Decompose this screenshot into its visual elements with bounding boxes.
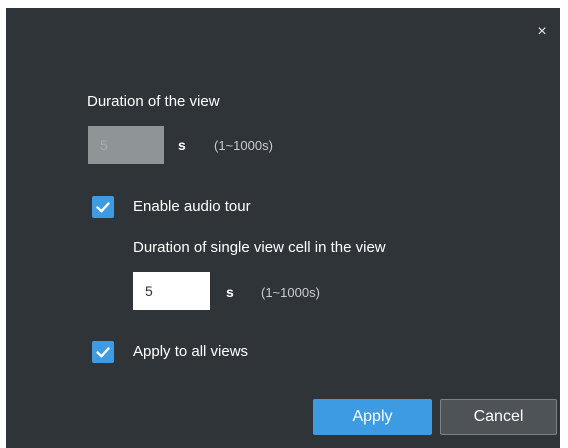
audio-tour-dialog: × Duration of the view s (1~1000s) Enabl… [6, 8, 560, 448]
apply-button[interactable]: Apply [313, 399, 432, 435]
cell-duration-label: Duration of single view cell in the view [133, 239, 386, 256]
cell-duration-range: (1~1000s) [261, 285, 320, 300]
cell-duration-unit: s [226, 284, 234, 300]
view-duration-label: Duration of the view [87, 93, 220, 110]
cancel-button[interactable]: Cancel [440, 399, 557, 435]
enable-audio-tour-label: Enable audio tour [133, 198, 251, 215]
cell-duration-input[interactable] [133, 272, 210, 310]
view-duration-unit: s [178, 137, 186, 153]
enable-audio-tour-checkbox[interactable] [92, 196, 114, 218]
view-duration-range: (1~1000s) [214, 138, 273, 153]
check-icon [96, 202, 110, 213]
apply-to-all-views-checkbox[interactable] [92, 341, 114, 363]
close-icon[interactable]: × [534, 24, 550, 40]
view-duration-input [88, 126, 164, 164]
check-icon [96, 347, 110, 358]
apply-to-all-views-label: Apply to all views [133, 343, 249, 360]
